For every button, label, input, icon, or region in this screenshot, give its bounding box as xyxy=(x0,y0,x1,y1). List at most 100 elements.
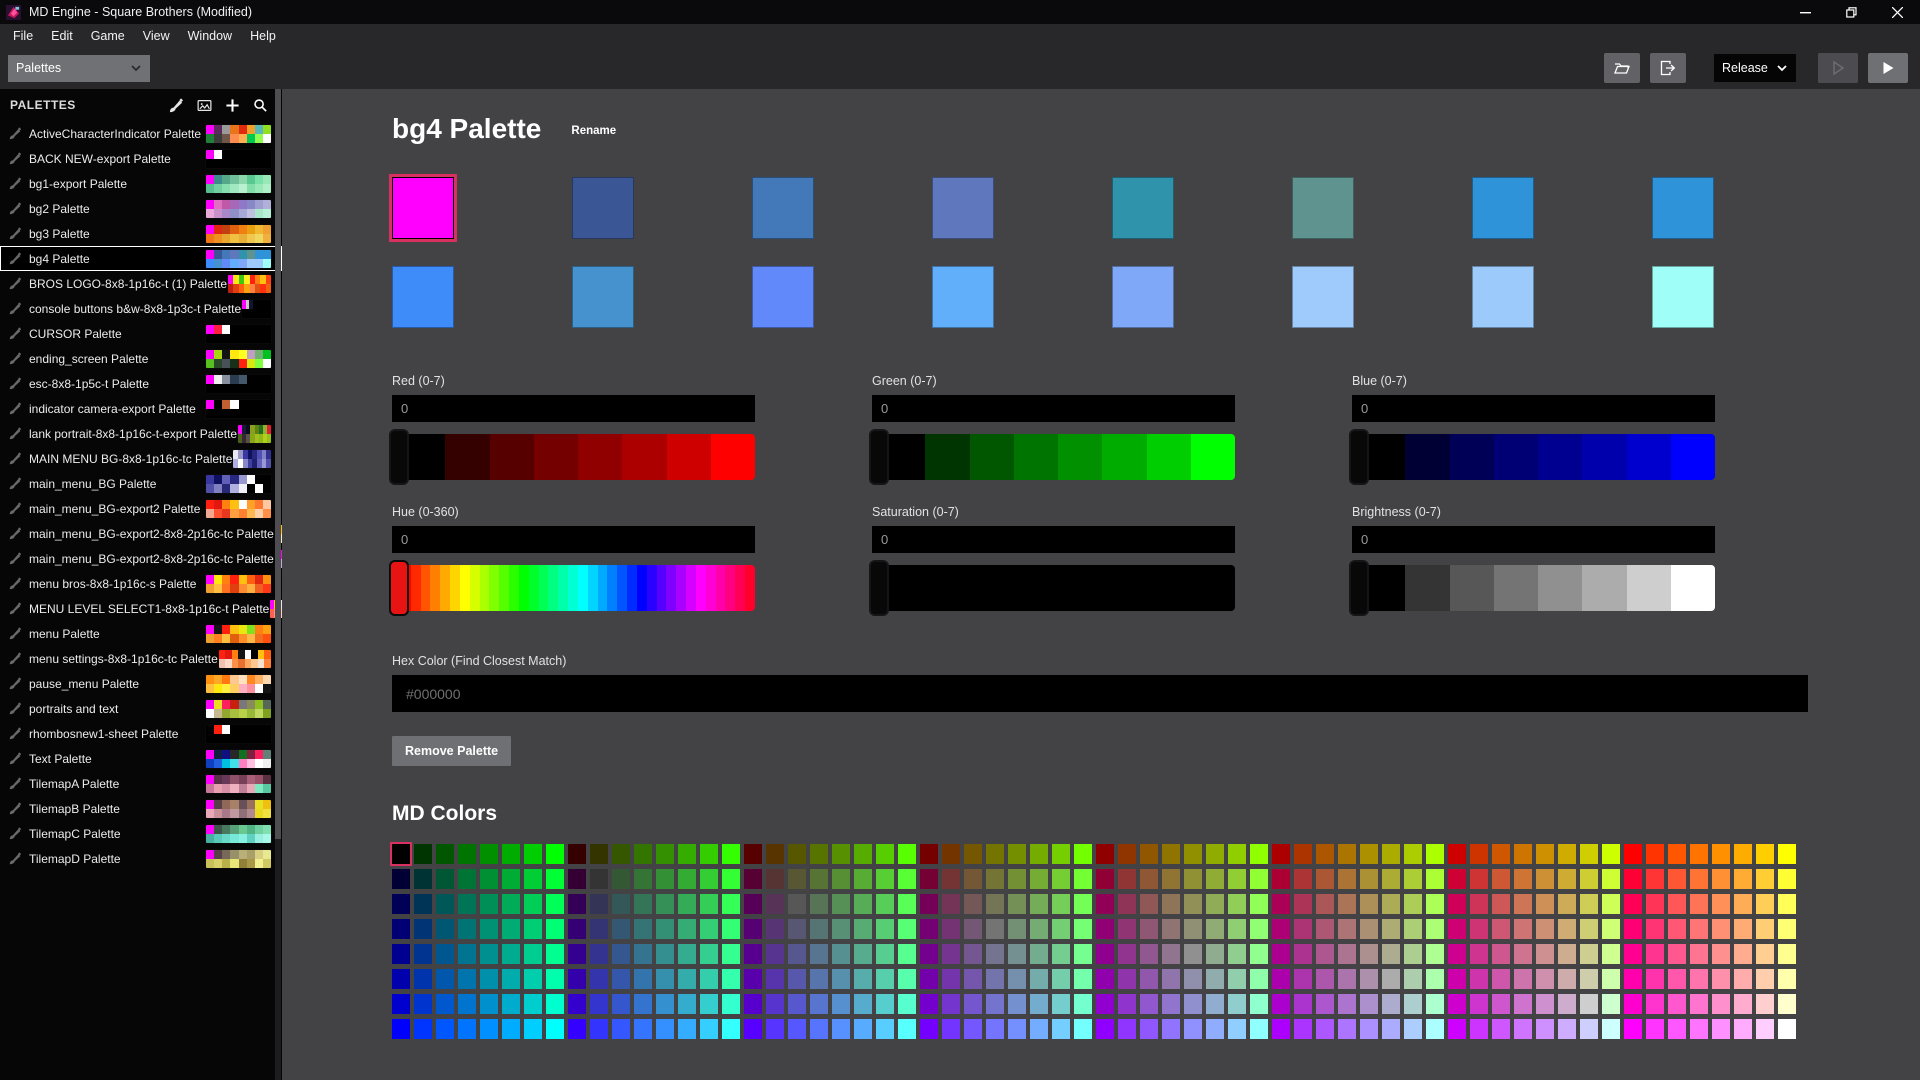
md-color-cell[interactable] xyxy=(1668,869,1686,889)
md-color-cell[interactable] xyxy=(766,944,784,964)
md-color-cell[interactable] xyxy=(700,969,718,989)
md-color-cell[interactable] xyxy=(1206,969,1224,989)
md-color-cell[interactable] xyxy=(1228,844,1246,864)
md-color-cell[interactable] xyxy=(1272,894,1290,914)
palette-list-item[interactable]: portraits and text xyxy=(0,696,282,721)
md-color-cell[interactable] xyxy=(1272,1019,1290,1039)
open-folder-button[interactable] xyxy=(1604,53,1640,83)
md-color-cell[interactable] xyxy=(1756,869,1774,889)
md-color-cell[interactable] xyxy=(1250,994,1268,1014)
md-color-cell[interactable] xyxy=(1096,1019,1114,1039)
md-color-cell[interactable] xyxy=(524,844,542,864)
md-color-cell[interactable] xyxy=(1734,844,1752,864)
md-color-cell[interactable] xyxy=(568,894,586,914)
md-color-cell[interactable] xyxy=(1492,844,1510,864)
md-color-cell[interactable] xyxy=(1690,869,1708,889)
md-color-cell[interactable] xyxy=(480,1019,498,1039)
md-color-cell[interactable] xyxy=(1008,894,1026,914)
md-color-cell[interactable] xyxy=(1426,844,1444,864)
palette-list-item[interactable]: BACK NEW-export Palette xyxy=(0,146,282,171)
md-color-cell[interactable] xyxy=(1096,844,1114,864)
md-color-cell[interactable] xyxy=(1338,894,1356,914)
md-color-cell[interactable] xyxy=(1734,994,1752,1014)
md-color-cell[interactable] xyxy=(1162,919,1180,939)
palette-list-item[interactable]: TilemapA Palette xyxy=(0,771,282,796)
md-color-cell[interactable] xyxy=(854,1019,872,1039)
md-color-cell[interactable] xyxy=(920,844,938,864)
md-color-cell[interactable] xyxy=(1294,869,1312,889)
md-color-cell[interactable] xyxy=(414,1019,432,1039)
md-color-cell[interactable] xyxy=(678,1019,696,1039)
md-color-cell[interactable] xyxy=(1030,894,1048,914)
md-color-cell[interactable] xyxy=(1052,894,1070,914)
md-color-cell[interactable] xyxy=(436,969,454,989)
md-color-cell[interactable] xyxy=(1602,869,1620,889)
md-color-cell[interactable] xyxy=(1756,944,1774,964)
palette-list-item[interactable]: BROS LOGO-8x8-1p16c-t (1) Palette xyxy=(0,271,282,296)
palette-list-item[interactable]: Text Palette xyxy=(0,746,282,771)
slider-thumb[interactable] xyxy=(1349,429,1369,485)
md-color-cell[interactable] xyxy=(1734,1019,1752,1039)
md-color-cell[interactable] xyxy=(1008,944,1026,964)
slider-track-blue[interactable] xyxy=(1352,431,1715,483)
palette-swatch[interactable] xyxy=(1292,266,1354,328)
md-color-cell[interactable] xyxy=(1074,994,1092,1014)
palette-list-item[interactable]: main_menu_BG-export2-8x8-2p16c-tc Palett… xyxy=(0,546,282,571)
palette-swatch[interactable] xyxy=(1292,177,1354,239)
md-color-cell[interactable] xyxy=(414,894,432,914)
md-color-cell[interactable] xyxy=(1360,944,1378,964)
md-color-cell[interactable] xyxy=(1602,844,1620,864)
md-color-cell[interactable] xyxy=(1624,869,1642,889)
md-color-cell[interactable] xyxy=(524,894,542,914)
md-color-cell[interactable] xyxy=(1734,869,1752,889)
md-color-cell[interactable] xyxy=(458,969,476,989)
md-color-cell[interactable] xyxy=(502,869,520,889)
md-color-cell[interactable] xyxy=(1008,844,1026,864)
md-color-cell[interactable] xyxy=(436,919,454,939)
md-color-cell[interactable] xyxy=(1624,944,1642,964)
md-color-cell[interactable] xyxy=(1514,944,1532,964)
md-color-cell[interactable] xyxy=(1316,844,1334,864)
md-color-cell[interactable] xyxy=(392,944,410,964)
md-color-cell[interactable] xyxy=(1712,1019,1730,1039)
md-color-cell[interactable] xyxy=(1536,844,1554,864)
md-color-cell[interactable] xyxy=(722,919,740,939)
md-color-cell[interactable] xyxy=(1690,894,1708,914)
md-color-cell[interactable] xyxy=(1426,944,1444,964)
menu-edit[interactable]: Edit xyxy=(42,26,82,46)
md-color-cell[interactable] xyxy=(942,919,960,939)
md-color-cell[interactable] xyxy=(1360,844,1378,864)
md-color-cell[interactable] xyxy=(458,894,476,914)
md-color-cell[interactable] xyxy=(1470,844,1488,864)
md-color-cell[interactable] xyxy=(1426,869,1444,889)
menu-game[interactable]: Game xyxy=(82,26,134,46)
md-color-cell[interactable] xyxy=(1778,994,1796,1014)
md-color-cell[interactable] xyxy=(1382,1019,1400,1039)
md-color-cell[interactable] xyxy=(1580,969,1598,989)
md-color-cell[interactable] xyxy=(1250,969,1268,989)
md-color-cell[interactable] xyxy=(1118,894,1136,914)
md-color-cell[interactable] xyxy=(590,844,608,864)
md-color-cell[interactable] xyxy=(1338,969,1356,989)
md-color-cell[interactable] xyxy=(854,869,872,889)
md-color-cell[interactable] xyxy=(436,894,454,914)
md-color-cell[interactable] xyxy=(480,869,498,889)
md-color-cell[interactable] xyxy=(590,994,608,1014)
md-color-cell[interactable] xyxy=(612,1019,630,1039)
md-color-cell[interactable] xyxy=(788,844,806,864)
md-color-cell[interactable] xyxy=(1492,994,1510,1014)
palette-list-item[interactable]: main_menu_BG Palette xyxy=(0,471,282,496)
md-color-cell[interactable] xyxy=(964,894,982,914)
md-color-cell[interactable] xyxy=(832,994,850,1014)
md-color-cell[interactable] xyxy=(634,994,652,1014)
md-color-cell[interactable] xyxy=(964,844,982,864)
md-color-cell[interactable] xyxy=(568,944,586,964)
md-color-cell[interactable] xyxy=(964,919,982,939)
md-color-cell[interactable] xyxy=(1734,944,1752,964)
md-color-cell[interactable] xyxy=(436,869,454,889)
md-color-cell[interactable] xyxy=(1184,844,1202,864)
md-color-cell[interactable] xyxy=(656,919,674,939)
md-color-cell[interactable] xyxy=(546,919,564,939)
md-color-cell[interactable] xyxy=(1030,869,1048,889)
md-color-cell[interactable] xyxy=(1250,894,1268,914)
